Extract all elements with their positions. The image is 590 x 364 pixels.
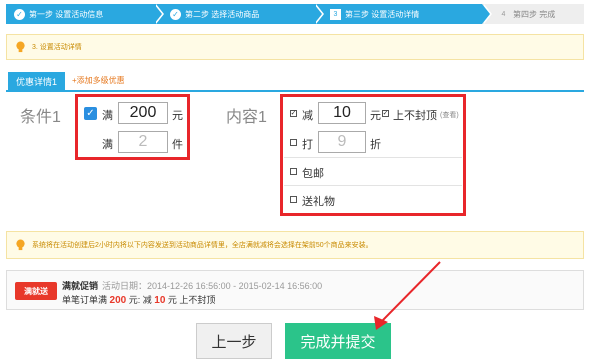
step-1-label: 第一步 设置活动信息 — [29, 9, 104, 19]
promo-rule-amount: 200 — [109, 295, 127, 306]
promo-rule-prefix: 单笔订单满 — [62, 295, 108, 305]
step-1: ✓ 第一步 设置活动信息 — [6, 4, 164, 24]
add-multi-level-link[interactable]: +添加多级优惠 — [72, 75, 125, 86]
step-4-label: 第四步 完成 — [513, 9, 556, 19]
check-icon: ✓ — [170, 8, 181, 20]
step-3-number: 3 — [330, 8, 341, 20]
step-4: 4 第四步 完成 — [482, 4, 584, 24]
promo-period: 2014-12-26 16:56:00 - 2015-02-14 16:56:0… — [147, 281, 323, 291]
step-3-label: 第三步 设置活动详情 — [345, 9, 420, 19]
notice-tip: 系统将在活动创建后2小时内将以下内容发送到活动商品详情里，全店满就减将会选择在架… — [6, 231, 584, 259]
lightbulb-icon — [16, 41, 25, 52]
promo-name: 满就促销 — [62, 281, 99, 291]
content-highlight-box — [280, 94, 466, 216]
step-4-number: 4 — [501, 10, 506, 18]
promo-info-line: 满就促销 活动日期：2014-12-26 16:56:00 - 2015-02-1… — [62, 279, 322, 292]
section-tip: 3. 设置活动详情 — [6, 34, 584, 60]
condition-label: 条件1 — [20, 109, 61, 126]
content-label: 内容1 — [226, 109, 267, 126]
lightbulb-icon — [16, 239, 25, 250]
step-3: 3 第三步 设置活动详情 — [314, 4, 492, 24]
notice-tip-text: 系统将在活动创建后2小时内将以下内容发送到活动商品详情里，全店满就减将会选择在架… — [32, 242, 373, 249]
step-2: ✓ 第二步 选择活动商品 — [154, 4, 324, 24]
promo-badge-icon: 满就送 — [15, 282, 57, 300]
promo-period-label: 活动日期： — [102, 281, 148, 291]
tab-discount-detail-1[interactable]: 优惠详情1 — [8, 72, 66, 90]
submit-button[interactable]: 完成并提交 — [285, 323, 391, 359]
promo-rule-suffix: 元 上不封顶 — [167, 295, 216, 305]
previous-step-button[interactable]: 上一步 — [196, 323, 272, 359]
step-2-label: 第二步 选择活动商品 — [185, 9, 260, 19]
condition-highlight-box — [75, 94, 190, 160]
promo-rule-mid: 元: 减 — [128, 295, 152, 305]
section-tip-text: 3. 设置活动详情 — [32, 44, 82, 51]
step-progress-bar: ✓ 第一步 设置活动信息 ✓ 第二步 选择活动商品 3 第三步 设置活动详情 4… — [6, 4, 584, 24]
promo-rule-line: 单笔订单满 200 元: 减 10 元 上不封顶 — [62, 293, 215, 306]
promo-rule-reduce: 10 — [154, 295, 166, 306]
promotion-preview: 满就送 满就促销 活动日期：2014-12-26 16:56:00 - 2015-… — [6, 270, 584, 310]
check-icon: ✓ — [14, 8, 25, 20]
